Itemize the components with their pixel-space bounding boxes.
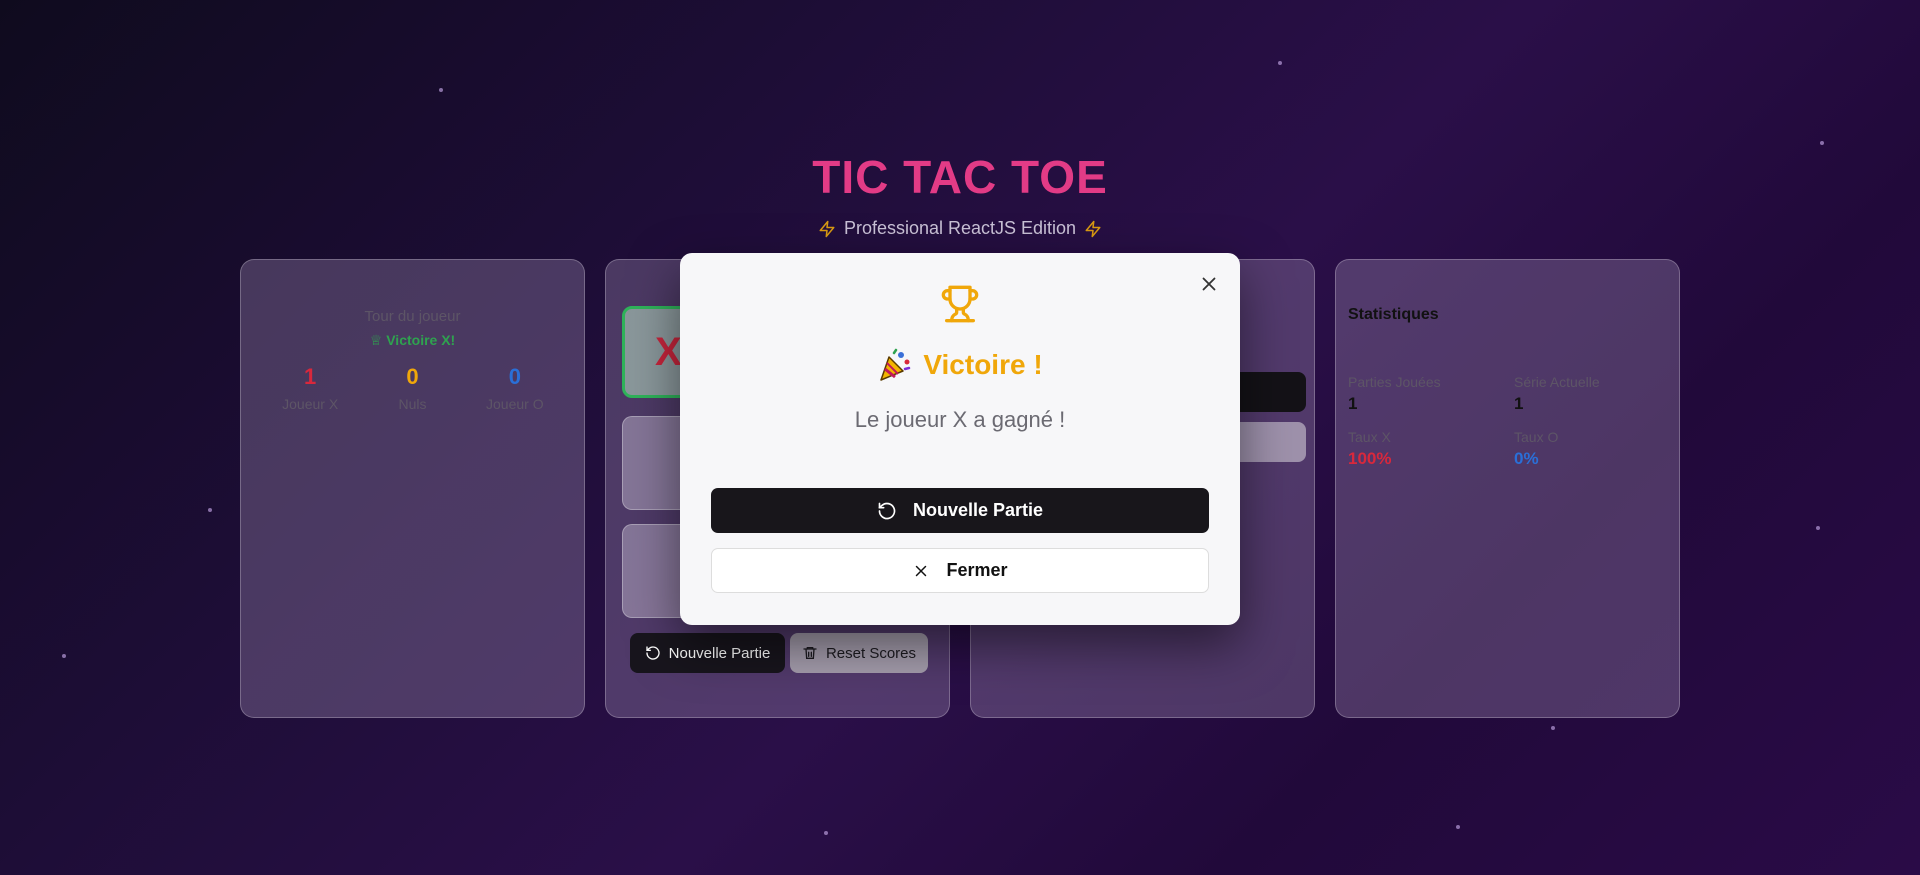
party-popper-icon: [880, 348, 911, 381]
trophy-icon: [941, 285, 979, 323]
modal-close-label: Fermer: [946, 560, 1008, 580]
rotate-ccw-icon: [878, 502, 896, 519]
victory-modal: Victoire ! Le joueur X a gagné ! Nouvell…: [680, 253, 1240, 625]
modal-new-game-button[interactable]: Nouvelle Partie: [711, 488, 1209, 533]
close-icon[interactable]: [1198, 273, 1220, 295]
victory-heading: Victoire !: [680, 347, 1240, 383]
modal-new-game-label: Nouvelle Partie: [912, 500, 1044, 520]
close-icon: [916, 565, 927, 576]
victory-message: Le joueur X a gagné !: [854, 407, 1066, 432]
modal-close-button[interactable]: Fermer: [711, 548, 1209, 593]
victory-title: Victoire !: [923, 349, 1043, 380]
